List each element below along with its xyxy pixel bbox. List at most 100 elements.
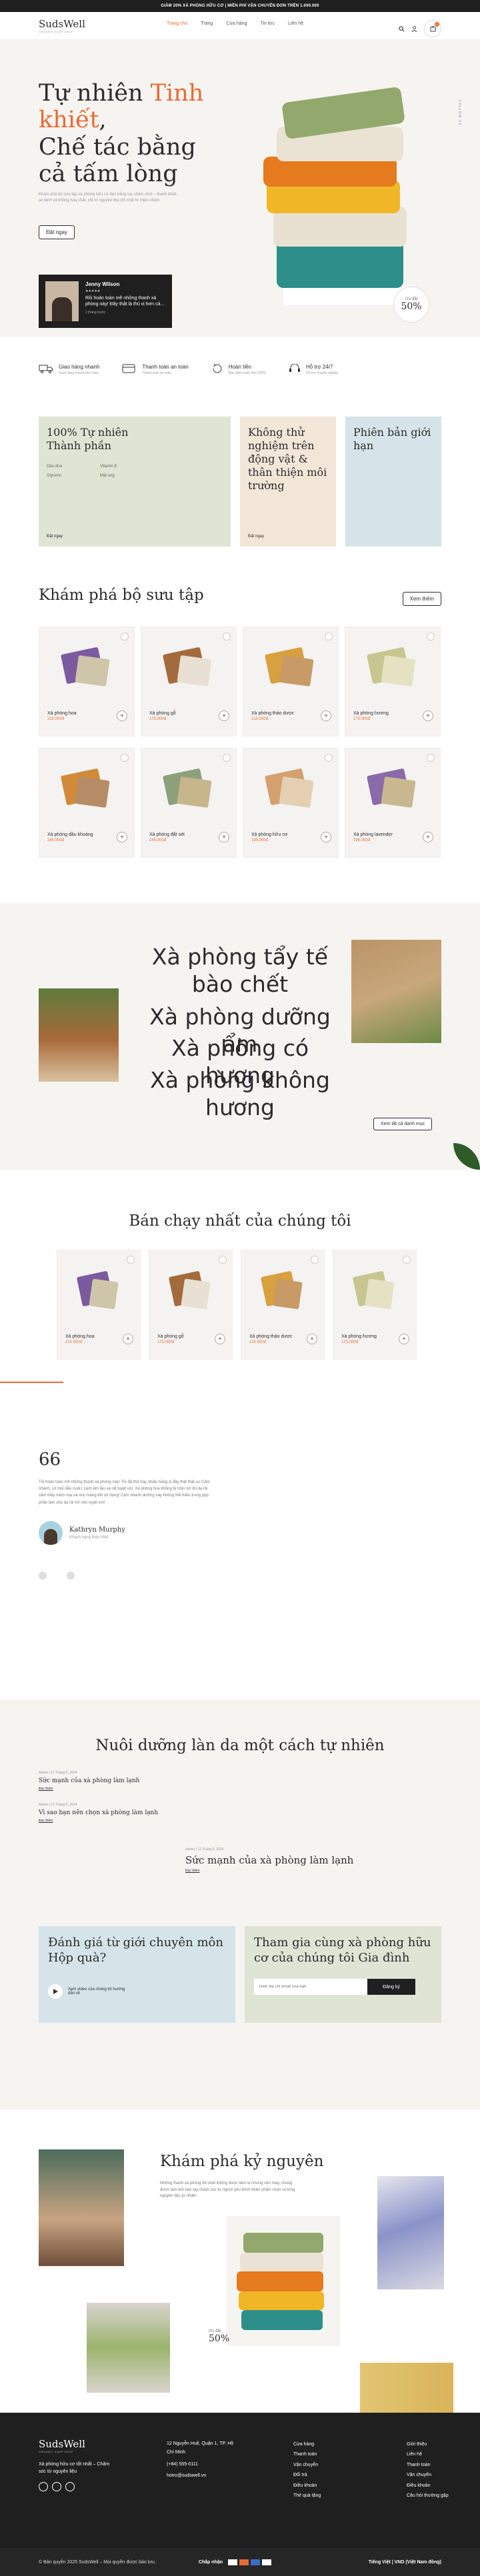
product-name[interactable]: Xà phòng thảo dược (249, 1334, 292, 1339)
wishlist-heart-icon[interactable] (121, 633, 129, 641)
hero-order-button[interactable]: Đặt ngay (39, 225, 75, 239)
add-to-cart-button[interactable]: + (215, 1334, 225, 1344)
footer-link[interactable]: Vận chuyển (293, 2460, 321, 2470)
wishlist-heart-icon[interactable] (403, 1256, 411, 1264)
footer-phone[interactable]: (+84) 555-0111 (167, 2460, 240, 2469)
user-icon[interactable] (411, 25, 417, 32)
prev-arrow[interactable] (39, 1571, 47, 1580)
blog-post[interactable]: Admin | 12 Tháng 8, 2024 Vì sao bạn nên c… (39, 1803, 158, 1823)
wishlist-heart-icon[interactable] (223, 754, 231, 762)
product-card[interactable]: Xà phòng đất sét 245.000đ + (141, 748, 237, 858)
search-icon[interactable] (399, 25, 405, 32)
footer-link[interactable]: Điều khoản (293, 2481, 321, 2491)
footer-link[interactable]: Câu hỏi thường gặp (407, 2491, 449, 2501)
product-name[interactable]: Xà phòng dầu khoáng (47, 832, 93, 837)
promo-card-link[interactable]: Đặt ngay (248, 535, 264, 539)
product-card[interactable]: Xà phòng hương 175.000đ + (333, 1250, 417, 1360)
product-name[interactable]: Xà phòng thảo dược (251, 711, 294, 716)
product-name[interactable]: Xà phòng hữu cơ (251, 832, 287, 837)
blog-post-featured[interactable]: Admin | 12 Tháng 8, 2024 Sức mạnh của xà … (185, 1848, 353, 1873)
nav-pages[interactable]: Trang (201, 21, 213, 26)
promo-card-limited[interactable]: Phiên bản giới hạn (345, 417, 441, 547)
footer-link[interactable]: Vận chuyển (407, 2470, 449, 2480)
product-name[interactable]: Xà phòng hương (353, 711, 389, 716)
view-more-button[interactable]: Xem thêm (402, 592, 441, 606)
product-name[interactable]: Xà phòng hoa (47, 711, 77, 716)
post-title[interactable]: Sức mạnh của xà phòng làm lạnh (185, 1854, 353, 1866)
post-title[interactable]: Sức mạnh của xà phòng làm lạnh (39, 1778, 139, 1784)
add-to-cart-button[interactable]: + (321, 710, 331, 721)
category-exfoliating[interactable]: Xà phòng tẩy tế bào chết (133, 943, 347, 998)
product-card[interactable]: Xà phòng hoa 215.000đ + (57, 1250, 141, 1360)
wishlist-heart-icon[interactable] (427, 633, 435, 641)
nav-news[interactable]: Tin tức (260, 21, 275, 26)
add-to-cart-button[interactable]: + (219, 832, 229, 842)
add-to-cart-button[interactable]: + (399, 1334, 409, 1344)
blog-post[interactable]: Admin | 12 Tháng 8, 2024 Sức mạnh của xà … (39, 1771, 139, 1791)
footer-link[interactable]: Thẻ quà tặng (293, 2491, 321, 2501)
product-name[interactable]: Xà phòng đất sét (149, 832, 185, 837)
facebook-icon[interactable] (39, 2482, 48, 2491)
product-card[interactable]: Xà phòng thảo dược 215.000đ + (243, 627, 339, 736)
footer-link[interactable]: Cửa hàng (293, 2439, 321, 2449)
footer-logo[interactable]: SudsWell (39, 2438, 112, 2450)
instagram-icon[interactable] (52, 2482, 61, 2491)
wishlist-heart-icon[interactable] (223, 633, 231, 641)
next-arrow[interactable] (67, 1571, 75, 1580)
footer-link[interactable]: Đổi trả (293, 2470, 321, 2480)
nav-contact[interactable]: Liên hệ (288, 21, 303, 26)
add-to-cart-button[interactable]: + (117, 710, 127, 721)
cart-button[interactable]: 0 (424, 20, 441, 37)
promo-card-natural[interactable]: 100% Tự nhiên Thành phần Dầu dừa Vitamin … (39, 417, 231, 547)
add-to-cart-button[interactable]: + (423, 832, 433, 842)
add-to-cart-button[interactable]: + (307, 1334, 317, 1344)
add-to-cart-button[interactable]: + (321, 832, 331, 842)
footer-link[interactable]: Thanh toán (407, 2460, 449, 2470)
subscribe-button[interactable]: Đăng ký (367, 1979, 415, 1995)
product-name[interactable]: Xà phòng hương (341, 1334, 377, 1339)
product-card[interactable]: Xà phòng dầu khoáng 245.000đ + (39, 748, 135, 858)
product-card[interactable]: Xà phòng thảo dược 215.000đ + (241, 1250, 325, 1360)
wishlist-heart-icon[interactable] (311, 1256, 319, 1264)
wishlist-heart-icon[interactable] (127, 1256, 135, 1264)
footer-email[interactable]: hotro@sudswell.vn (167, 2471, 240, 2480)
nav-home[interactable]: Trang chủ (167, 21, 187, 26)
wishlist-heart-icon[interactable] (427, 754, 435, 762)
product-name[interactable]: Xà phòng gỗ (157, 1334, 184, 1339)
add-to-cart-button[interactable]: + (117, 832, 127, 842)
category-unscented[interactable]: Xà phòng không hương (133, 1066, 347, 1122)
all-categories-button[interactable]: Xem tất cả danh mục (373, 1118, 433, 1130)
add-to-cart-button[interactable]: + (423, 710, 433, 721)
play-button[interactable] (48, 1984, 63, 1999)
twitter-icon[interactable] (65, 2482, 75, 2491)
language-currency[interactable]: Tiếng Việt | VND (Việt Nam đồng) (369, 2560, 441, 2565)
product-card[interactable]: Xà phòng gỗ 175.000đ + (149, 1250, 233, 1360)
read-more-link[interactable]: Đọc thêm (39, 1787, 139, 1791)
promo-card-link[interactable]: Đặt ngay (47, 535, 63, 539)
product-card[interactable]: Xà phòng hương 175.000đ + (345, 627, 441, 736)
footer-link[interactable]: Thanh toán (293, 2449, 321, 2459)
footer-link[interactable]: Giới thiệu (407, 2439, 449, 2449)
logo[interactable]: SudsWell ORGANIC SOAP SHOP (39, 18, 85, 33)
wishlist-heart-icon[interactable] (325, 754, 333, 762)
product-name[interactable]: Xà phòng hoa (65, 1334, 95, 1339)
add-to-cart-button[interactable]: + (123, 1334, 133, 1344)
product-card[interactable]: Xà phòng lavender 195.000đ + (345, 748, 441, 858)
nav-shop[interactable]: Cửa hàng (226, 21, 247, 26)
product-name[interactable]: Xà phòng lavender (353, 832, 393, 837)
wishlist-heart-icon[interactable] (219, 1256, 227, 1264)
product-card[interactable]: Xà phòng hữu cơ 195.000đ + (243, 748, 339, 858)
post-title[interactable]: Vì sao bạn nên chọn xà phòng làm lạnh (39, 1810, 158, 1816)
wishlist-heart-icon[interactable] (325, 633, 333, 641)
read-more-link[interactable]: Đọc thêm (185, 1869, 353, 1873)
promo-card-cruelty-free[interactable]: Không thử nghiệm trên động vật & thân th… (240, 417, 336, 547)
footer-link[interactable]: Điều khoản (407, 2481, 449, 2491)
read-more-link[interactable]: Đọc thêm (39, 1819, 158, 1823)
product-card[interactable]: Xà phòng gỗ 175.000đ + (141, 627, 237, 736)
wishlist-heart-icon[interactable] (121, 754, 129, 762)
email-input[interactable] (254, 1979, 367, 1995)
add-to-cart-button[interactable]: + (219, 710, 229, 721)
product-card[interactable]: Xà phòng hoa 215.000đ + (39, 627, 135, 736)
product-name[interactable]: Xà phòng gỗ (149, 711, 176, 716)
footer-link[interactable]: Liên hệ (407, 2449, 449, 2459)
